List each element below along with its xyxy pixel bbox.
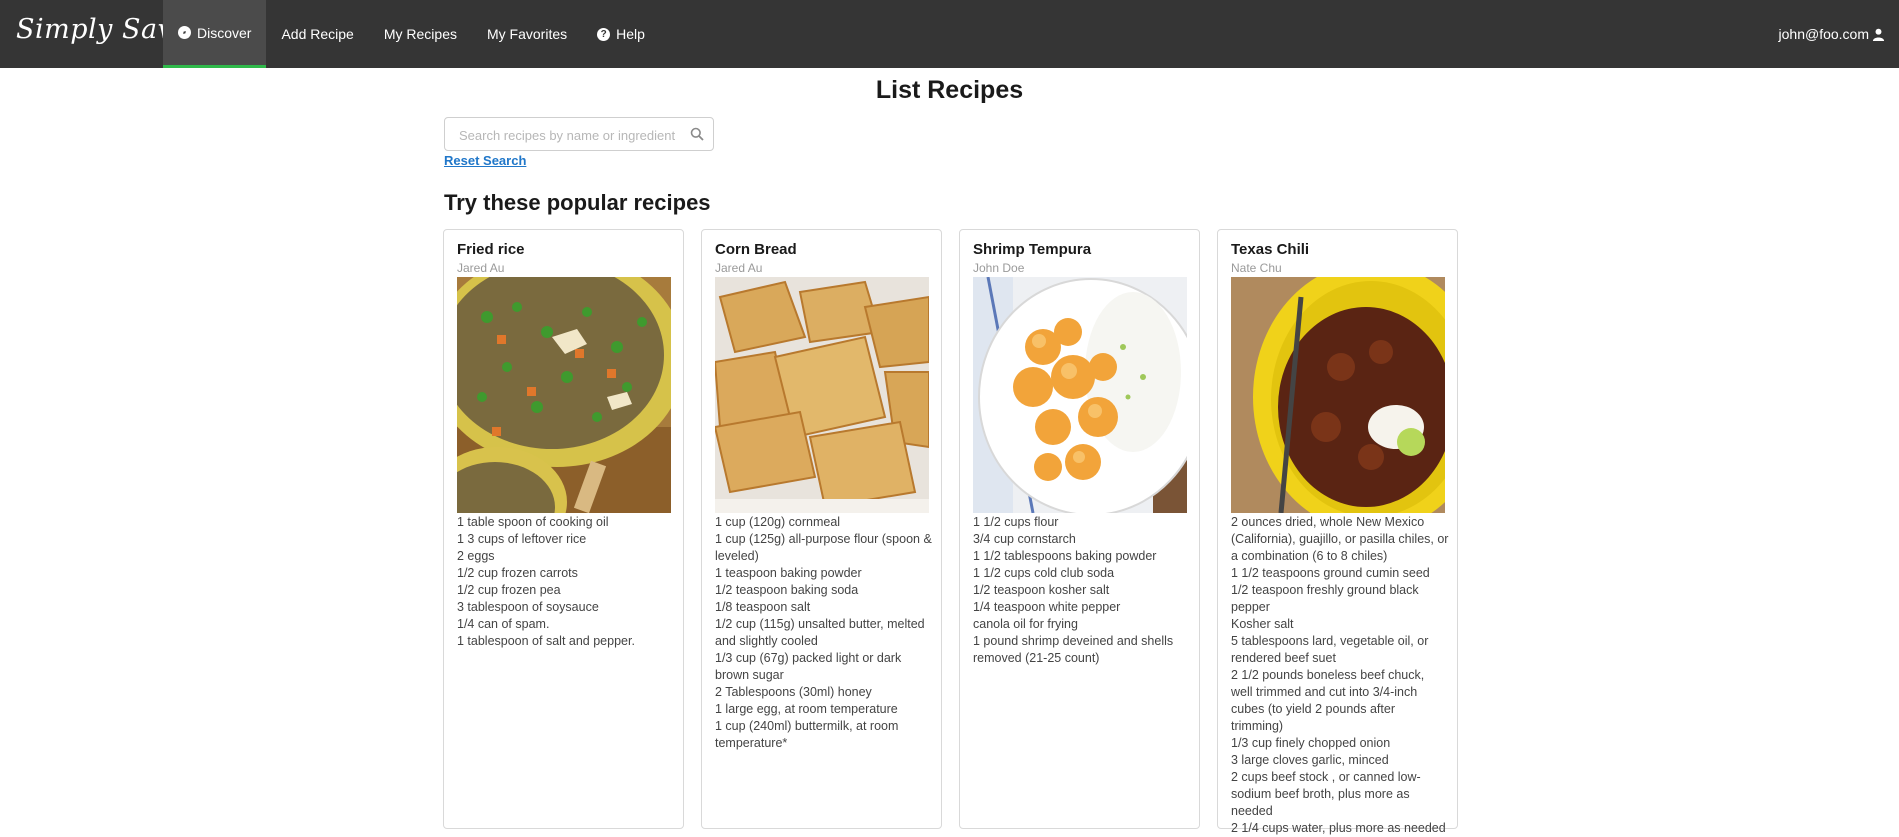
recipe-card[interactable]: Texas Chili Nate Chu 2 ounces dried, who… [1217, 229, 1458, 835]
ingredient-item: 1/3 cup finely chopped onion [1231, 736, 1391, 750]
ingredient-item: 2 cups beef stock , or canned low-sodium… [1231, 770, 1421, 818]
ingredient-item: 1 cup (240ml) buttermilk, at room temper… [715, 719, 899, 750]
ingredient-item: 3 tablespoon of soysauce [457, 600, 599, 614]
ingredient-item: 2 Tablespoons (30ml) honey [715, 685, 872, 699]
user-menu[interactable]: john@foo.com [1779, 0, 1885, 68]
ingredient-item: 1 1/2 teaspoons ground cumin seed [1231, 566, 1430, 580]
nav-my-favorites-label: My Favorites [487, 26, 568, 42]
ingredient-list: 1 cup (120g) cornmeal 1 cup (125g) all-p… [715, 514, 933, 752]
ingredient-list: 1 table spoon of cooking oil 1 3 cups of… [457, 514, 675, 650]
ingredient-item: 1/8 teaspoon salt [715, 600, 811, 614]
compass-icon [178, 26, 191, 39]
ingredient-item: 1/3 cup (67g) packed light or dark brown… [715, 651, 902, 682]
ingredient-item: 2 ounces dried, whole New Mexico (Califo… [1231, 515, 1449, 563]
page-title: List Recipes [875, 76, 1024, 104]
top-navbar: Simply Savory Discover Add Recipe My Rec… [0, 0, 1899, 68]
ingredient-item: 1 3 cups of leftover rice [457, 532, 587, 546]
ingredient-item: 1 tablespoon of salt and pepper. [457, 634, 635, 648]
recipe-card[interactable]: Corn Bread Jared Au 1 cup (120g) cornmea… [701, 229, 942, 829]
recipe-title[interactable]: Texas Chili [1231, 241, 1309, 258]
recipe-author: Jared Au [457, 261, 505, 275]
recipe-title[interactable]: Shrimp Tempura [973, 241, 1091, 258]
ingredient-item: 1/2 cup frozen carrots [457, 566, 578, 580]
user-email: john@foo.com [1778, 26, 1869, 42]
recipe-author: Nate Chu [1231, 261, 1282, 275]
ingredient-item: 1/2 cup frozen pea [457, 583, 561, 597]
reset-search-link[interactable]: Reset Search [444, 153, 526, 168]
shrimp-tempura-photo[interactable] [973, 277, 1187, 513]
search-box [444, 117, 714, 152]
ingredient-item: 1 1/2 cups cold club soda [973, 566, 1115, 580]
ingredient-item: 1/2 teaspoon freshly ground black pepper [1231, 583, 1419, 614]
recipe-card[interactable]: Shrimp Tempura John Doe 1 1/2 cups flour… [959, 229, 1200, 829]
ingredient-item: 1/2 cup (115g) unsalted butter, melted a… [715, 617, 925, 648]
ingredient-item: 1 large egg, at room temperature [715, 702, 898, 716]
ingredient-item: 1 cup (125g) all-purpose flour (spoon & … [715, 532, 932, 563]
ingredient-item: 1 table spoon of cooking oil [457, 515, 609, 529]
ingredient-item: 1/2 teaspoon kosher salt [973, 583, 1110, 597]
nav-my-favorites[interactable]: My Favorites [472, 0, 582, 68]
ingredient-list: 2 ounces dried, whole New Mexico (Califo… [1231, 514, 1449, 837]
ingredient-list: 1 1/2 cups flour 3/4 cup cornstarch 1 1/… [973, 514, 1191, 667]
ingredient-item: 1 cup (120g) cornmeal [715, 515, 841, 529]
recipe-author: Jared Au [715, 261, 763, 275]
ingredient-item: 1/4 teaspoon white pepper [973, 600, 1121, 614]
texas-chili-photo[interactable] [1231, 277, 1445, 513]
nav-add-recipe[interactable]: Add Recipe [266, 0, 368, 68]
corn-bread-photo[interactable] [715, 277, 929, 513]
ingredient-item: canola oil for frying [973, 617, 1078, 631]
nav-my-recipes[interactable]: My Recipes [369, 0, 472, 68]
user-icon [1872, 28, 1885, 41]
nav-my-recipes-label: My Recipes [383, 26, 457, 42]
recipe-title[interactable]: Corn Bread [715, 241, 797, 258]
main-nav: Discover Add Recipe My Recipes My Favori… [163, 0, 660, 68]
recipe-author: John Doe [973, 261, 1025, 275]
recipe-card[interactable]: Fried rice Jared Au 1 table spoon of coo… [443, 229, 684, 829]
ingredient-item: 2 eggs [457, 549, 495, 563]
ingredient-item: 1/4 can of spam. [457, 617, 550, 631]
search-icon[interactable] [690, 127, 704, 141]
nav-help-label: Help [616, 26, 645, 42]
nav-discover-label: Discover [197, 24, 252, 41]
ingredient-item: 1 1/2 tablespoons baking powder [973, 549, 1157, 563]
ingredient-item: 3 large cloves garlic, minced [1231, 753, 1389, 767]
search-input[interactable] [457, 118, 686, 152]
ingredient-item: 5 tablespoons lard, vegetable oil, or re… [1231, 634, 1429, 665]
ingredient-item: 1 pound shrimp deveined and shells remov… [973, 634, 1174, 665]
ingredient-item: 2 1/4 cups water, plus more as needed [1231, 821, 1446, 835]
nav-discover[interactable]: Discover [163, 0, 267, 68]
fried-rice-photo[interactable] [457, 277, 671, 513]
recipe-title[interactable]: Fried rice [457, 241, 525, 258]
ingredient-item: 3/4 cup cornstarch [973, 532, 1076, 546]
ingredient-item: 1/2 teaspoon baking soda [715, 583, 859, 597]
ingredient-item: Kosher salt [1231, 617, 1294, 631]
ingredient-item: 1 teaspoon baking powder [715, 566, 862, 580]
nav-add-recipe-label: Add Recipe [281, 26, 354, 42]
popular-recipes-heading: Try these popular recipes [444, 190, 711, 215]
nav-help[interactable]: ? Help [582, 0, 660, 68]
ingredient-item: 2 1/2 pounds boneless beef chuck, well t… [1231, 668, 1425, 733]
ingredient-item: 1 1/2 cups flour [973, 515, 1059, 529]
question-circle-icon: ? [597, 27, 611, 41]
